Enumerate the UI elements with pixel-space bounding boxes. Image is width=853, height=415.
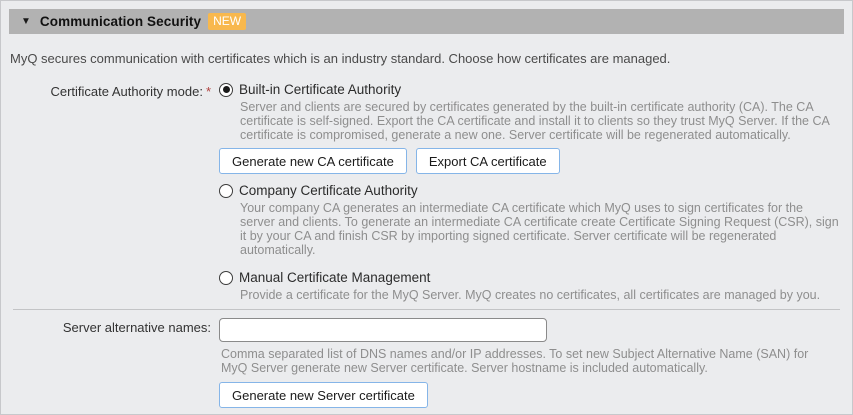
radio-builtin-ca-icon[interactable] <box>219 83 233 97</box>
san-help-text: Comma separated list of DNS names and/or… <box>221 347 821 375</box>
radio-company-ca[interactable]: Company Certificate Authority <box>219 183 844 198</box>
company-ca-description: Your company CA generates an intermediat… <box>240 201 840 257</box>
radio-builtin-ca-label[interactable]: Built-in Certificate Authority <box>239 82 401 97</box>
section-header[interactable]: ▼ Communication Security NEW <box>9 9 844 34</box>
generate-server-certificate-button[interactable]: Generate new Server certificate <box>219 382 428 408</box>
manual-certificate-description: Provide a certificate for the MyQ Server… <box>240 288 840 302</box>
communication-security-panel: ▼ Communication Security NEW MyQ secures… <box>0 0 853 415</box>
collapse-triangle-icon[interactable]: ▼ <box>21 17 31 27</box>
radio-manual-certificate-icon[interactable] <box>219 271 233 285</box>
san-label: Server alternative names: <box>9 318 211 335</box>
intro-text: MyQ secures communication with certifica… <box>10 51 844 66</box>
ca-mode-label-text: Certificate Authority mode: <box>50 84 202 99</box>
radio-builtin-ca[interactable]: Built-in Certificate Authority <box>219 82 844 97</box>
radio-manual-certificate-label[interactable]: Manual Certificate Management <box>239 270 430 285</box>
radio-company-ca-label[interactable]: Company Certificate Authority <box>239 183 418 198</box>
ca-mode-label: Certificate Authority mode: * <box>9 82 211 99</box>
radio-manual-certificate[interactable]: Manual Certificate Management <box>219 270 844 285</box>
server-alternative-names-input[interactable] <box>219 318 547 342</box>
san-row: Server alternative names: Comma separate… <box>9 318 844 408</box>
ca-mode-options: Built-in Certificate Authority Server an… <box>219 82 844 302</box>
section-divider <box>13 309 840 310</box>
new-badge: NEW <box>208 13 246 30</box>
san-content: Comma separated list of DNS names and/or… <box>219 318 844 408</box>
builtin-ca-description: Server and clients are secured by certif… <box>240 100 840 142</box>
settings-form: Certificate Authority mode: * Built-in Ce… <box>9 82 844 408</box>
san-buttons: Generate new Server certificate <box>219 382 844 408</box>
generate-ca-certificate-button[interactable]: Generate new CA certificate <box>219 148 407 174</box>
section-title: Communication Security <box>40 14 201 29</box>
export-ca-certificate-button[interactable]: Export CA certificate <box>416 148 560 174</box>
ca-mode-row: Certificate Authority mode: * Built-in Ce… <box>9 82 844 302</box>
radio-company-ca-icon[interactable] <box>219 184 233 198</box>
required-asterisk: * <box>206 84 211 99</box>
builtin-ca-buttons: Generate new CA certificate Export CA ce… <box>219 148 844 174</box>
